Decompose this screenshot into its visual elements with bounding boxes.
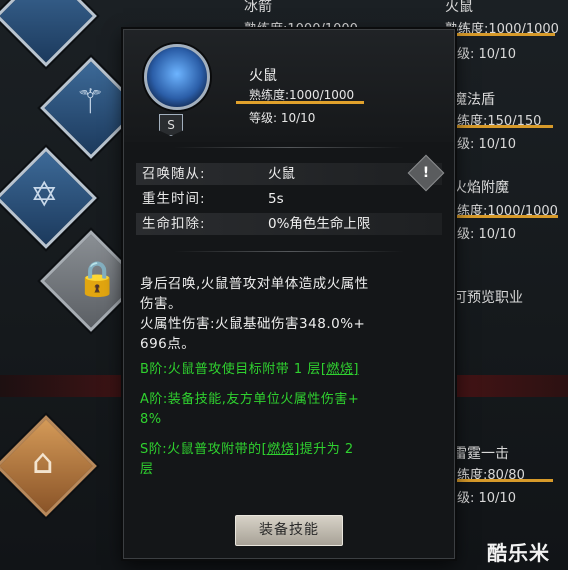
tier-a: A阶:装备技能,友方单位火属性伤害+ 8% bbox=[140, 390, 440, 430]
fire-rat-icon bbox=[144, 44, 210, 110]
bg-skill-name: 火焰附魔 bbox=[453, 180, 509, 196]
warning-icon[interactable]: ! bbox=[407, 154, 445, 192]
stat-value: 5s bbox=[268, 191, 284, 207]
bg-preview-class[interactable]: 可预览职业 bbox=[453, 287, 523, 307]
bg-skill-name: 魔法盾 bbox=[453, 92, 495, 108]
stat-row-summon: 召唤随从: 火鼠 bbox=[136, 163, 442, 185]
tier-s-line: 层 bbox=[140, 462, 154, 477]
tier-b-text: B阶:火鼠普攻使目标附带 1 层 bbox=[140, 362, 321, 377]
skill-detail-popup: S 火鼠 熟练度:1000/1000 等级: 10/10 召唤随从: 火鼠 ! … bbox=[123, 29, 455, 559]
tier-s-text: S阶:火鼠普攻附带的 bbox=[140, 442, 262, 457]
bg-prof-bar bbox=[453, 215, 558, 218]
burn-link[interactable]: [燃烧] bbox=[321, 362, 359, 377]
bg-prof-bar bbox=[453, 479, 553, 482]
stat-row-respawn: 重生时间: 5s bbox=[136, 188, 442, 210]
bg-skill-level: 级: 10/10 bbox=[457, 227, 516, 242]
warning-glyph: ! bbox=[422, 165, 430, 181]
bow-icon: ⌂ bbox=[32, 442, 54, 482]
wand-icon: ⚚ bbox=[75, 82, 106, 122]
bg-skill-name: 火鼠 bbox=[445, 0, 473, 15]
tier-a-line: 8% bbox=[140, 412, 162, 427]
bg-skill-name: 冰箭 bbox=[244, 0, 272, 15]
stat-key: 重生时间: bbox=[142, 191, 206, 207]
equip-skill-button[interactable]: 装备技能 bbox=[235, 515, 343, 546]
tier-b: B阶:火鼠普攻使目标附带 1 层[燃烧] bbox=[140, 360, 440, 380]
skill-name: 火鼠 bbox=[249, 68, 277, 84]
watermark: 酷乐米 bbox=[487, 541, 550, 565]
tier-s: S阶:火鼠普攻附带的[燃烧]提升为 2 层 bbox=[140, 440, 440, 480]
tier-s-text: 提升为 2 bbox=[299, 442, 354, 457]
stat-value: 火鼠 bbox=[268, 166, 295, 182]
bg-prof-bar bbox=[453, 125, 553, 128]
stat-key: 生命扣除: bbox=[142, 216, 206, 232]
desc-line: 696点。 bbox=[140, 336, 196, 352]
divider bbox=[174, 251, 404, 252]
bg-skill-name: 雷霆一击 bbox=[453, 446, 509, 462]
skill-level: 等级: 10/10 bbox=[249, 111, 316, 125]
bg-skill-level: 级: 10/10 bbox=[457, 137, 516, 152]
bg-prof-bar bbox=[440, 33, 555, 36]
desc-line: 身后召唤,火鼠普攻对单体造成火属性 bbox=[140, 276, 369, 292]
stat-value: 0%角色生命上限 bbox=[268, 216, 371, 232]
stat-row-hp-cost: 生命扣除: 0%角色生命上限 bbox=[136, 213, 442, 235]
desc-line: 火属性伤害:火鼠基础伤害348.0%+ bbox=[140, 316, 366, 332]
lock-icon: 🔒 bbox=[76, 259, 119, 299]
skill-description: 身后召唤,火鼠普攻对单体造成火属性 伤害。 火属性伤害:火鼠基础伤害348.0%… bbox=[140, 274, 440, 354]
divider bbox=[174, 147, 404, 148]
star-icon: ✡ bbox=[30, 175, 59, 215]
bg-skill-level: 级: 10/10 bbox=[457, 47, 516, 62]
stat-key: 召唤随从: bbox=[142, 166, 206, 182]
tier-a-line: A阶:装备技能,友方单位火属性伤害+ bbox=[140, 392, 360, 407]
burn-link[interactable]: [燃烧] bbox=[262, 442, 300, 457]
desc-line: 伤害。 bbox=[140, 296, 182, 312]
bg-skill-level: 级: 10/10 bbox=[457, 491, 516, 506]
proficiency-bar bbox=[236, 101, 364, 104]
